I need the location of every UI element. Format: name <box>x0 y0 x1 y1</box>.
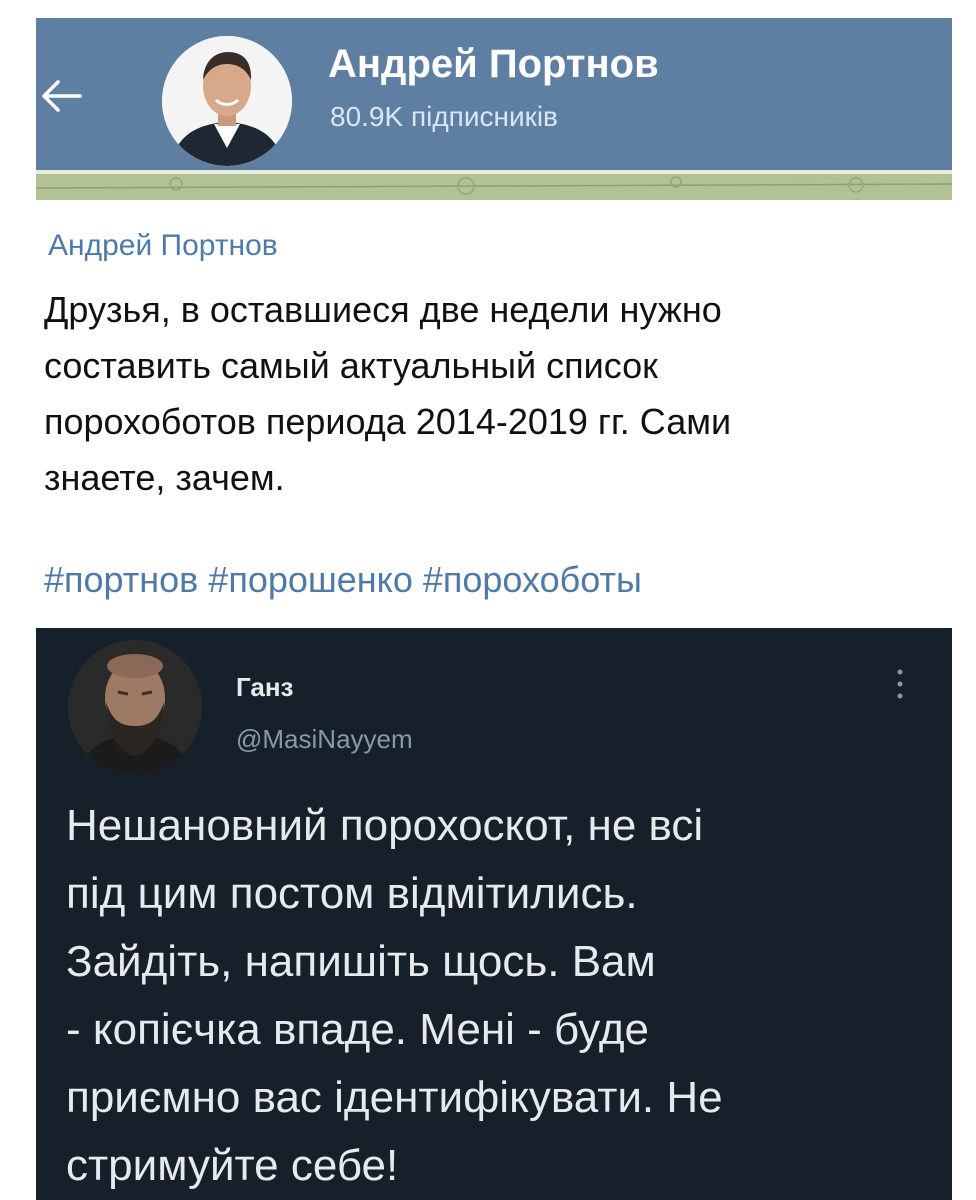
tweet-card: Ганз @MasiNayyem Нешановний порохоскот, … <box>36 628 952 1200</box>
tweet-author-avatar[interactable] <box>68 640 202 774</box>
top-margin-strip <box>36 0 952 18</box>
back-arrow-icon[interactable] <box>36 74 92 118</box>
message-author[interactable]: Андрей Портнов <box>48 228 278 264</box>
channel-title: Андрей Портнов <box>328 42 659 86</box>
message-line: порохоботов периода 2014-2019 гг. Сами <box>44 401 732 442</box>
hashtag-link[interactable]: #порошенко <box>208 559 413 600</box>
tweet-line: Нешановний порохоскот, не всі <box>66 801 704 850</box>
hashtag-link[interactable]: #порохоботы <box>423 559 642 600</box>
tweet-author-name[interactable]: Ганз <box>236 672 293 702</box>
more-vertical-icon[interactable] <box>886 664 914 704</box>
message-line: знаете, зачем. <box>44 457 285 498</box>
message-line: Друзья, в оставшиеся две недели нужно <box>44 289 722 330</box>
tweet-text: Нешановний порохоскот, не всі під цим по… <box>66 792 946 1200</box>
hashtag-list: #портнов #порошенко #порохоботы <box>44 558 652 602</box>
screenshot-frame: Андрей Портнов 80.9K підписників Андрей … <box>36 0 952 1200</box>
subscriber-count: 80.9K підписників <box>330 101 558 132</box>
channel-avatar[interactable] <box>162 36 292 166</box>
hashtag-link[interactable]: #портнов <box>44 559 198 600</box>
tweet-line: під цим постом відмітились. <box>66 869 638 918</box>
screenshot-page: Андрей Портнов 80.9K підписників Андрей … <box>0 0 976 1200</box>
message-line: составить самый актуальный список <box>44 345 658 386</box>
tweet-line: - копієчка впаде. Мені - буде <box>66 1005 649 1054</box>
chat-wallpaper-strip <box>36 170 952 200</box>
tweet-line: стримуйте себе! <box>66 1141 399 1190</box>
message-text: Друзья, в оставшиеся две недели нужно со… <box>44 282 952 506</box>
tweet-author-handle[interactable]: @MasiNayyem <box>236 724 413 754</box>
tweet-line: приємно вас ідентифікувати. Не <box>66 1073 723 1122</box>
tweet-line: Зайдіть, напишіть щось. Вам <box>66 937 656 986</box>
telegram-channel-header: Андрей Портнов 80.9K підписників <box>36 18 952 170</box>
telegram-message: Андрей Портнов Друзья, в оставшиеся две … <box>36 200 952 628</box>
